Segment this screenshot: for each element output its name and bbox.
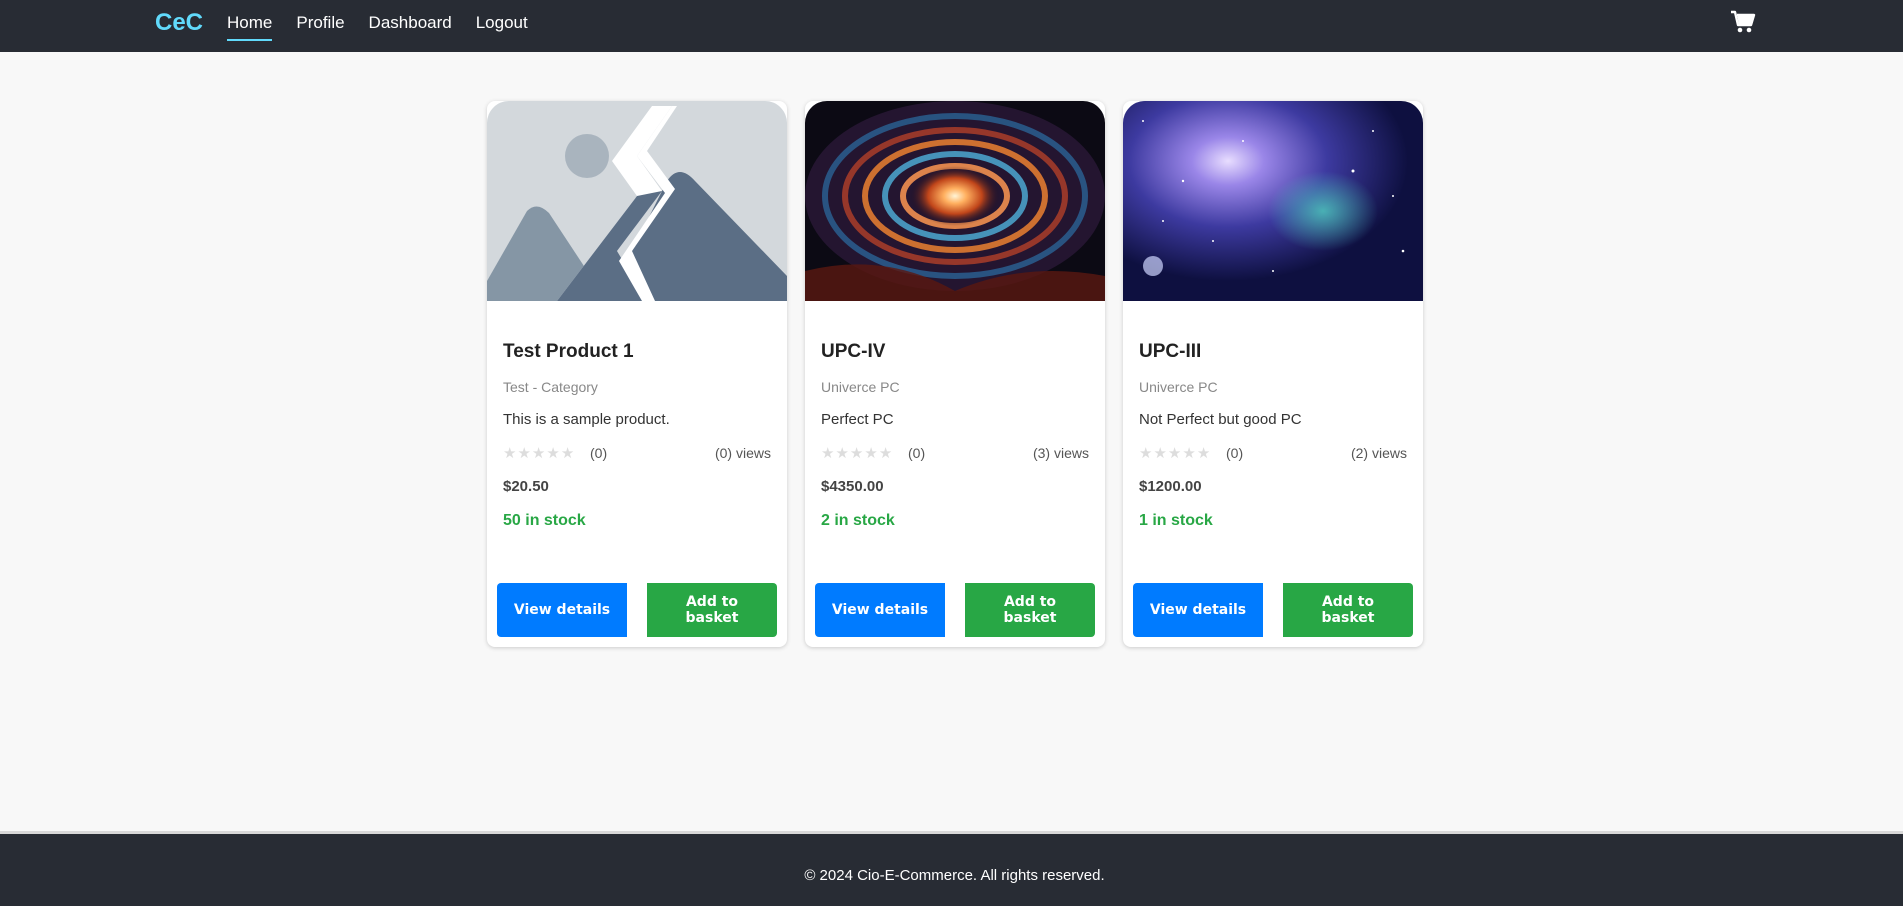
stock-status: 2 in stock xyxy=(821,512,895,529)
views-count: (2) views xyxy=(1350,445,1407,461)
rating-row: ★ ★ ★ ★ ★ (0) (3) views xyxy=(821,445,1089,463)
nav-link-profile[interactable]: Profile xyxy=(296,13,344,41)
stock-status: 50 in stock xyxy=(503,512,586,529)
star-icon[interactable]: ★ xyxy=(517,446,530,461)
rating-count: (0) xyxy=(1226,445,1244,461)
stock-status: 1 in stock xyxy=(1139,512,1213,529)
product-category: Univerce PC xyxy=(1139,379,1218,395)
views-count: (3) views xyxy=(1032,445,1089,461)
product-description: Perfect PC xyxy=(821,411,894,428)
rating-row: ★ ★ ★ ★ ★ (0) (2) views xyxy=(1139,445,1407,463)
star-icon[interactable]: ★ xyxy=(879,446,892,461)
product-category: Univerce PC xyxy=(821,379,900,395)
product-description: Not Perfect but good PC xyxy=(1139,411,1302,428)
nav-links: Home Profile Dashboard Logout xyxy=(227,13,552,41)
view-details-button[interactable]: View details xyxy=(1133,583,1263,637)
footer: © 2024 Cio-E-Commerce. All rights reserv… xyxy=(0,831,1903,906)
add-to-basket-button[interactable]: Add to basket xyxy=(965,583,1095,637)
star-rating[interactable]: ★ ★ ★ ★ ★ xyxy=(821,446,892,461)
star-icon[interactable]: ★ xyxy=(1153,446,1166,461)
star-icon[interactable]: ★ xyxy=(1168,446,1181,461)
product-category: Test - Category xyxy=(503,379,598,395)
product-price: $1200.00 xyxy=(1139,478,1202,495)
product-card: UPC-III Univerce PC Not Perfect but good… xyxy=(1123,101,1423,647)
brand-logo-link[interactable]: CeC xyxy=(155,9,203,37)
star-icon[interactable]: ★ xyxy=(532,446,545,461)
product-price: $4350.00 xyxy=(821,478,884,495)
rating-count: (0) xyxy=(908,445,926,461)
star-icon[interactable]: ★ xyxy=(864,446,877,461)
view-details-button[interactable]: View details xyxy=(815,583,945,637)
spiral-galaxy-image[interactable] xyxy=(805,101,1105,301)
star-icon[interactable]: ★ xyxy=(821,446,834,461)
rating-row: ★ ★ ★ ★ ★ (0) (0) views xyxy=(503,445,771,463)
navbar: CeC Home Profile Dashboard Logout xyxy=(0,0,1903,52)
placeholder-image[interactable] xyxy=(487,101,787,301)
star-rating[interactable]: ★ ★ ★ ★ ★ xyxy=(1139,446,1210,461)
star-icon[interactable]: ★ xyxy=(1182,446,1195,461)
star-icon[interactable]: ★ xyxy=(1197,446,1210,461)
nav-link-dashboard[interactable]: Dashboard xyxy=(369,13,452,41)
copyright-text: © 2024 Cio-E-Commerce. All rights reserv… xyxy=(804,867,1105,884)
product-card: UPC-IV Univerce PC Perfect PC ★ ★ ★ ★ ★ … xyxy=(805,101,1105,647)
star-icon[interactable]: ★ xyxy=(561,446,574,461)
nav-link-logout[interactable]: Logout xyxy=(476,13,528,41)
shopping-cart-icon[interactable] xyxy=(1730,9,1756,35)
add-to-basket-button[interactable]: Add to basket xyxy=(647,583,777,637)
nav-link-home[interactable]: Home xyxy=(227,13,273,41)
star-icon[interactable]: ★ xyxy=(835,446,848,461)
rating-count: (0) xyxy=(590,445,608,461)
star-icon[interactable]: ★ xyxy=(546,446,559,461)
views-count: (0) views xyxy=(714,445,771,461)
product-title: UPC-III xyxy=(1139,341,1202,362)
product-description: This is a sample product. xyxy=(503,411,670,428)
star-icon[interactable]: ★ xyxy=(850,446,863,461)
product-title: Test Product 1 xyxy=(503,341,634,362)
product-card: Test Product 1 Test - Category This is a… xyxy=(487,101,787,647)
star-icon[interactable]: ★ xyxy=(503,446,516,461)
product-price: $20.50 xyxy=(503,478,549,495)
add-to-basket-button[interactable]: Add to basket xyxy=(1283,583,1413,637)
product-title: UPC-IV xyxy=(821,341,886,362)
star-rating[interactable]: ★ ★ ★ ★ ★ xyxy=(503,446,574,461)
view-details-button[interactable]: View details xyxy=(497,583,627,637)
nebula-image[interactable] xyxy=(1123,101,1423,301)
star-icon[interactable]: ★ xyxy=(1139,446,1152,461)
